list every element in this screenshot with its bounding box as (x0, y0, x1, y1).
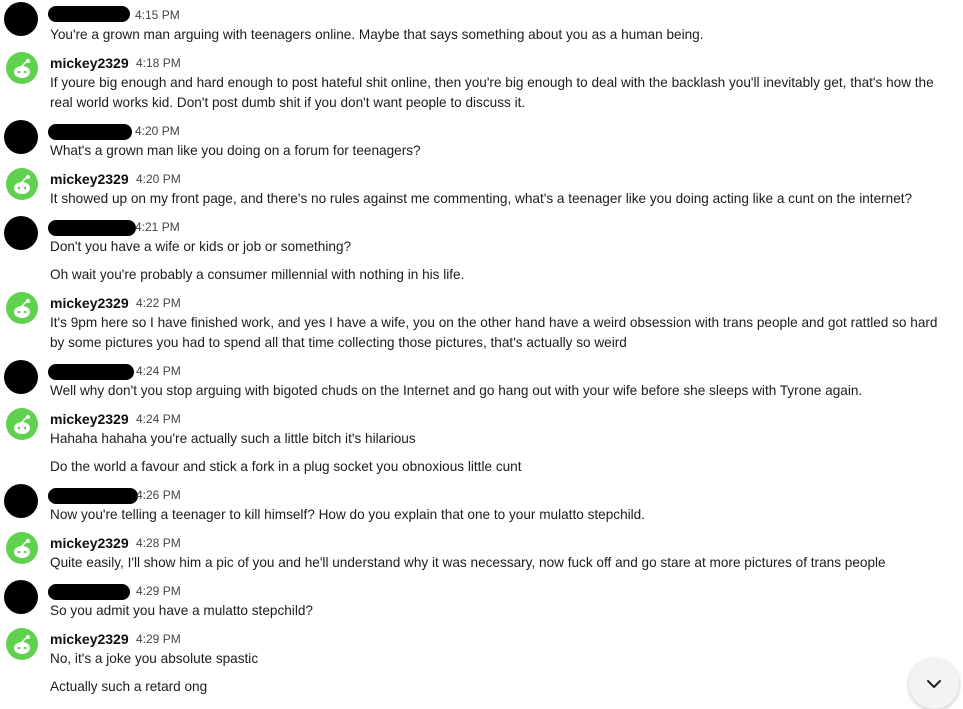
username-redacted (48, 364, 134, 380)
timestamp: 4:20 PM (136, 172, 181, 186)
avatar-redacted[interactable] (4, 2, 38, 36)
avatar-redacted[interactable] (4, 360, 38, 394)
message-text: It's 9pm here so I have finished work, a… (50, 315, 938, 350)
message-text: It showed up on my front page, and there… (50, 191, 913, 206)
avatar-snoo-icon[interactable] (6, 168, 38, 200)
username-redacted (48, 124, 132, 140)
avatar-redacted[interactable] (4, 484, 38, 518)
message-text: No, it's a joke you absolute spastic (50, 651, 259, 666)
avatar-snoo-icon[interactable] (6, 408, 38, 440)
username-redacted (48, 488, 138, 504)
message-text: Now you're telling a teenager to kill hi… (50, 507, 646, 522)
timestamp: 4:22 PM (136, 296, 181, 310)
username[interactable]: mickey2329 (50, 295, 129, 311)
message-text: Quite easily, I'll show him a pic of you… (50, 555, 886, 570)
timestamp: 4:24 PM (136, 364, 181, 378)
timestamp: 4:29 PM (136, 632, 181, 646)
chevron-down-icon (927, 680, 941, 688)
username-redacted (48, 6, 130, 22)
timestamp: 4:24 PM (136, 412, 181, 426)
timestamp: 4:15 PM (135, 8, 180, 22)
username-redacted (48, 584, 130, 600)
username[interactable]: mickey2329 (50, 631, 129, 647)
avatar-snoo-icon[interactable] (6, 532, 38, 564)
timestamp: 4:21 PM (135, 220, 180, 234)
message-text: If youre big enough and hard enough to p… (50, 75, 934, 110)
message-text: What's a grown man like you doing on a f… (50, 143, 421, 158)
username[interactable]: mickey2329 (50, 535, 129, 551)
message-text: You're a grown man arguing with teenager… (50, 27, 704, 42)
chat-transcript: 4:15 PM You're a grown man arguing with … (0, 0, 963, 709)
username[interactable]: mickey2329 (50, 55, 129, 71)
message-text: Hahaha hahaha you're actually such a lit… (50, 431, 416, 446)
avatar-snoo-icon[interactable] (6, 52, 38, 84)
message-text: Well why don't you stop arguing with big… (50, 383, 863, 398)
username-redacted (48, 220, 136, 236)
username[interactable]: mickey2329 (50, 411, 129, 427)
username[interactable]: mickey2329 (50, 171, 129, 187)
message-text: Actually such a retard ong (50, 679, 208, 694)
timestamp: 4:26 PM (136, 488, 181, 502)
timestamp: 4:20 PM (135, 124, 180, 138)
timestamp: 4:29 PM (136, 584, 181, 598)
message-text: Oh wait you're probably a consumer mille… (50, 267, 465, 282)
timestamp: 4:28 PM (136, 536, 181, 550)
avatar-redacted[interactable] (4, 120, 38, 154)
message-text: Don't you have a wife or kids or job or … (50, 239, 352, 254)
timestamp: 4:18 PM (136, 56, 181, 70)
message-text: So you admit you have a mulatto stepchil… (50, 603, 313, 618)
scroll-to-bottom-button[interactable] (909, 659, 959, 709)
message-text: Do the world a favour and stick a fork i… (50, 459, 522, 474)
avatar-redacted[interactable] (4, 216, 38, 250)
avatar-snoo-icon[interactable] (6, 292, 38, 324)
avatar-snoo-icon[interactable] (6, 628, 38, 660)
avatar-redacted[interactable] (4, 580, 38, 614)
